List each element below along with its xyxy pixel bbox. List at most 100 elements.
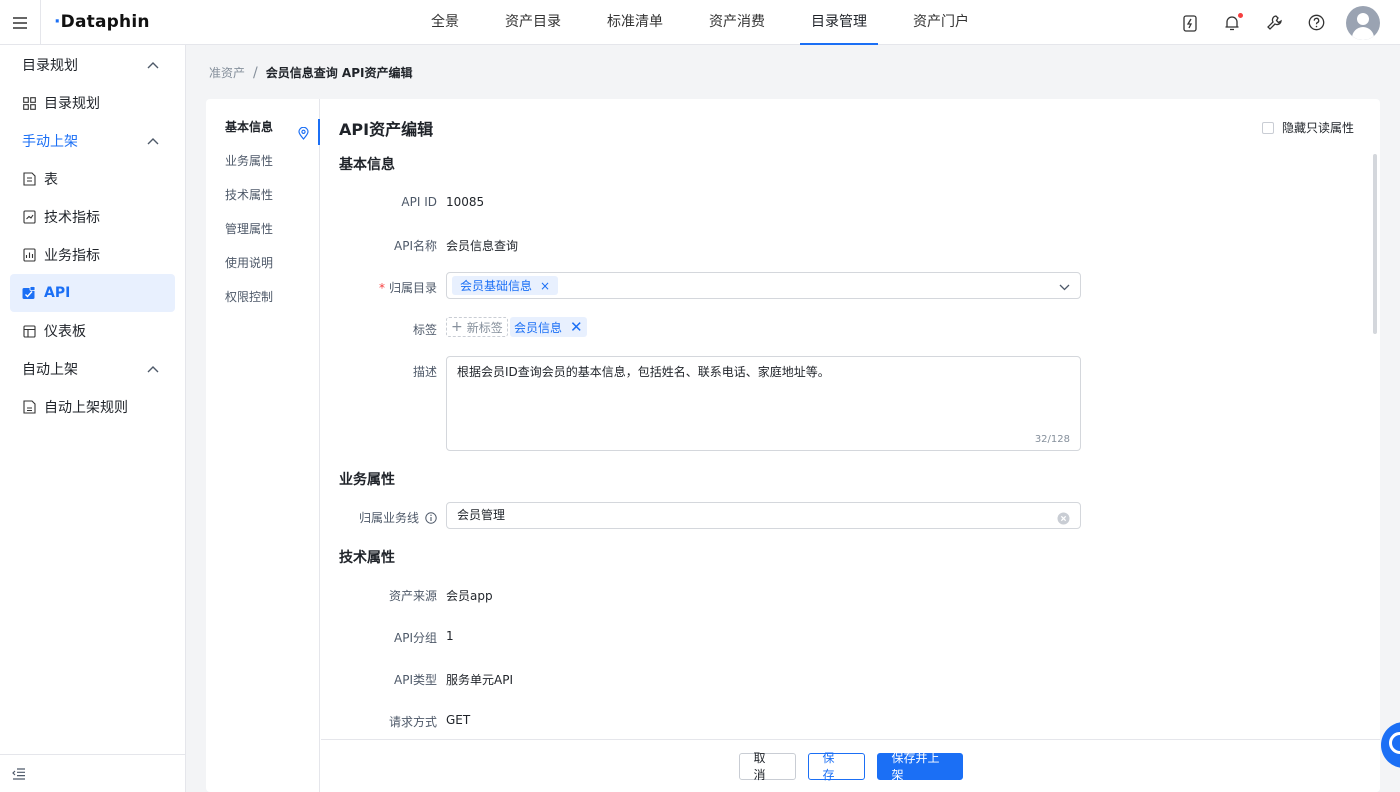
- sidebar-item-api[interactable]: API: [10, 274, 175, 312]
- desc-textarea[interactable]: 根据会员ID查询会员的基本信息，包括姓名、联系电话、家庭地址等。 32/128: [446, 356, 1081, 451]
- required-mark: *: [378, 280, 385, 295]
- nav-item-overview[interactable]: 全景: [420, 0, 470, 45]
- avatar-head: [1357, 12, 1369, 25]
- nav-item-asset-consumption[interactable]: 资产消费: [698, 0, 776, 45]
- table-doc-icon: [22, 172, 36, 186]
- section-title-basic: 基本信息: [339, 157, 395, 173]
- sidebar-item-table[interactable]: 表: [10, 160, 175, 198]
- api-id-label: API ID: [401, 195, 437, 209]
- clear-icon[interactable]: [1057, 509, 1070, 534]
- sidebar-group-catalog-planning[interactable]: 目录规划: [0, 46, 185, 84]
- tag-chip-label: 会员信息: [514, 320, 563, 335]
- catalog-select[interactable]: 会员基础信息 ×: [446, 272, 1081, 299]
- section-title-tech: 技术属性: [339, 550, 395, 566]
- lightning-icon[interactable]: [1180, 13, 1200, 33]
- plus-icon: +: [451, 319, 463, 335]
- api-icon: [22, 286, 36, 300]
- metric-doc-icon: [22, 210, 36, 224]
- form-content: API资产编辑 隐藏只读属性 基本信息 API ID 10085 API名称 会…: [321, 99, 1380, 739]
- nav-item-asset-portal[interactable]: 资产门户: [902, 0, 980, 45]
- api-name-label: API名称: [394, 239, 437, 253]
- nav-item-asset-catalog[interactable]: 资产目录: [494, 0, 572, 45]
- page-title: API资产编辑: [339, 120, 434, 139]
- sidebar-group-manual-listing[interactable]: 手动上架: [0, 122, 185, 160]
- desc-text: 根据会员ID查询会员的基本信息，包括姓名、联系电话、家庭地址等。: [457, 365, 830, 379]
- logo-mark: ·: [54, 12, 61, 32]
- chevron-up-icon: [147, 138, 159, 145]
- sidebar-collapse-button[interactable]: [0, 754, 185, 792]
- cancel-button[interactable]: 取 消: [738, 751, 796, 782]
- wrench-icon[interactable]: [1264, 13, 1284, 33]
- help-icon[interactable]: [1306, 13, 1326, 33]
- close-icon[interactable]: ✕: [570, 318, 583, 336]
- sidebar-group-label: 自动上架: [22, 362, 78, 378]
- anchor-business-attrs[interactable]: 业务属性: [206, 144, 319, 178]
- anchor-tech-attrs[interactable]: 技术属性: [206, 178, 319, 212]
- save-publish-button[interactable]: 保存并上架: [876, 751, 963, 782]
- sidebar-item-tech-metric[interactable]: 技术指标: [10, 198, 175, 236]
- info-icon[interactable]: [425, 511, 437, 524]
- sidebar-group-auto-listing[interactable]: 自动上架: [0, 350, 185, 388]
- catalog-chip-label: 会员基础信息: [460, 279, 533, 293]
- business-line-value: 会员管理: [457, 508, 506, 522]
- desc-counter: 32/128: [1034, 434, 1070, 445]
- sidebar: 目录规划 目录规划 手动上架 表 技术指标 业务指标 API 仪表板 自动上架 …: [0, 45, 186, 792]
- scrollbar[interactable]: [1373, 154, 1377, 334]
- hide-readonly-toggle[interactable]: 隐藏只读属性: [1261, 119, 1354, 136]
- dashboard-icon: [22, 324, 36, 338]
- chevron-up-icon: [147, 62, 159, 69]
- avatar-body: [1352, 26, 1374, 40]
- collapse-icon: [12, 767, 25, 780]
- anchor-nav: 基本信息 业务属性 技术属性 管理属性 使用说明 权限控制: [206, 99, 320, 792]
- sidebar-item-auto-rule[interactable]: 自动上架规则: [10, 388, 175, 426]
- breadcrumb-current: 会员信息查询 API资产编辑: [265, 66, 413, 80]
- bell-icon[interactable]: [1222, 11, 1244, 33]
- method-value: GET: [446, 713, 471, 727]
- app-logo[interactable]: ·Dataphin: [54, 12, 150, 32]
- menu-icon[interactable]: [0, 0, 41, 45]
- sidebar-item-dashboard[interactable]: 仪表板: [10, 312, 175, 350]
- type-value: 服务单元API: [446, 673, 513, 687]
- method-label: 请求方式: [388, 715, 437, 729]
- grid-icon: [22, 96, 36, 110]
- source-value: 会员app: [446, 589, 493, 603]
- sidebar-group-label: 目录规划: [22, 58, 78, 74]
- nav-item-standard-list[interactable]: 标准清单: [596, 0, 674, 45]
- edit-card: 基本信息 业务属性 技术属性 管理属性 使用说明 权限控制 API资产编辑 隐藏…: [206, 99, 1380, 792]
- hide-readonly-checkbox[interactable]: [1261, 121, 1274, 134]
- api-id-value: 10085: [446, 195, 485, 209]
- nav-item-catalog-management[interactable]: 目录管理: [800, 0, 878, 45]
- top-nav: 全景 资产目录 标准清单 资产消费 目录管理 资产门户: [420, 0, 1004, 45]
- anchor-permission-control[interactable]: 权限控制: [206, 280, 319, 314]
- anchor-basic-info[interactable]: 基本信息: [206, 110, 320, 145]
- chevron-down-icon[interactable]: [1059, 280, 1070, 295]
- tag-chip: 会员信息 ✕: [510, 317, 587, 337]
- sidebar-item-catalog-planning[interactable]: 目录规划: [10, 84, 175, 122]
- catalog-label-text: 归属目录: [388, 281, 437, 295]
- anchor-usage-notes[interactable]: 使用说明: [206, 246, 319, 280]
- sidebar-item-label: 业务指标: [44, 248, 100, 264]
- type-label: API类型: [394, 673, 437, 687]
- sidebar-item-label: API: [44, 285, 71, 301]
- sidebar-item-label: 自动上架规则: [44, 400, 128, 416]
- sidebar-item-label: 表: [44, 172, 58, 188]
- save-button[interactable]: 保 存: [807, 751, 865, 782]
- chevron-up-icon: [147, 366, 159, 373]
- source-label: 资产来源: [388, 589, 437, 603]
- business-line-select[interactable]: 会员管理: [446, 502, 1081, 529]
- floating-assistant-button[interactable]: [1381, 722, 1400, 768]
- rule-doc-icon: [22, 400, 36, 414]
- business-line-label: 归属业务线: [359, 509, 437, 526]
- close-icon[interactable]: ×: [540, 279, 550, 293]
- avatar[interactable]: [1346, 5, 1380, 40]
- anchor-management-attrs[interactable]: 管理属性: [206, 212, 319, 246]
- biz-metric-icon: [22, 248, 36, 262]
- breadcrumb-parent[interactable]: 准资产: [209, 64, 245, 81]
- notification-dot: [1237, 11, 1244, 19]
- breadcrumb-separator: /: [253, 64, 258, 81]
- new-tag-button[interactable]: + 新标签: [446, 317, 508, 337]
- sidebar-item-biz-metric[interactable]: 业务指标: [10, 236, 175, 274]
- desc-label: 描述: [412, 365, 437, 379]
- group-label: API分组: [394, 631, 437, 645]
- tag-label: 标签: [412, 323, 437, 337]
